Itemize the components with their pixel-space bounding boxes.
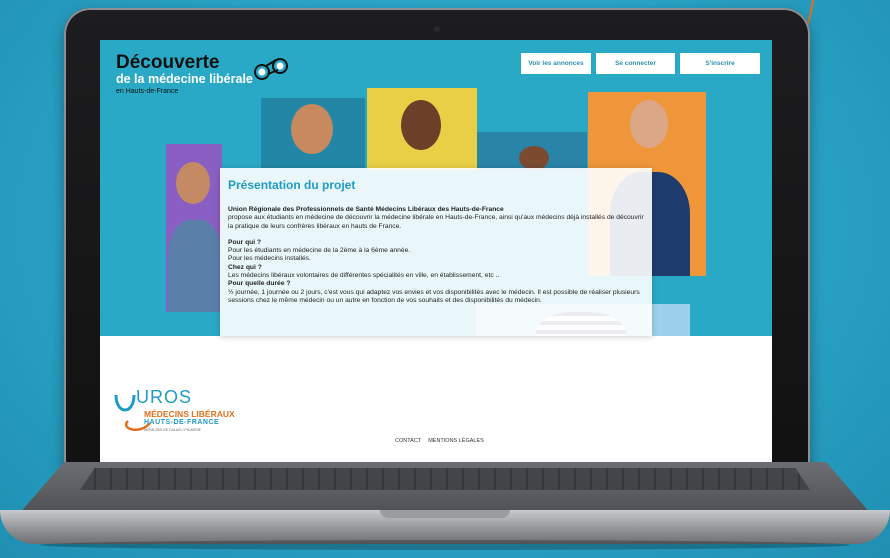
answer-where: Les médecins libéraux volontaires de dif…: [228, 272, 500, 280]
photo-man-glasses: [261, 98, 365, 168]
binoculars-icon: [254, 58, 288, 80]
login-button[interactable]: Se connecter: [596, 53, 675, 74]
website-screen: Découverte de la médecine libérale en Ha…: [100, 40, 772, 464]
logo-line1: MÉDECINS LIBÉRAUX: [144, 409, 235, 419]
view-listings-button[interactable]: Voir les annonces: [521, 53, 591, 74]
logo-line3: NORD-PAS DE CALAIS / PICARDIE: [144, 428, 201, 432]
keyboard-keys: [80, 468, 810, 490]
laptop-notch: [380, 510, 510, 518]
answer-duration: ½ journée, 1 journée ou 2 jours, c'est v…: [228, 288, 640, 304]
brand-title: Découverte: [116, 52, 220, 73]
footer-links: CONTACT MENTIONS LÉGALES: [395, 438, 484, 444]
laptop-shadow: [40, 540, 850, 550]
intro-text: propose aux étudiants en médecine de déc…: [228, 214, 644, 230]
logo-line2: HAUTS-DE-FRANCE: [144, 419, 220, 426]
answer-who-1: Pour les étudiants en médecine de la 2èm…: [228, 247, 411, 255]
webcam: [434, 26, 440, 32]
urps-logo[interactable]: UROS MÉDECINS LIBÉRAUX HAUTS-DE-FRANCE N…: [110, 385, 250, 445]
brand-subtitle: de la médecine libérale: [116, 72, 253, 86]
photo-man-hat: [166, 144, 222, 312]
brand-region: en Hauts-de-France: [116, 88, 179, 95]
panel-title: Présentation du projet: [228, 178, 356, 192]
logo-mark-text: UROS: [136, 387, 193, 407]
photo-woman-yellow: [367, 88, 477, 170]
answer-who-2: Pour les médecins installés.: [228, 255, 311, 263]
signup-button[interactable]: S'inscrire: [680, 53, 760, 74]
question-who: Pour qui ?: [228, 238, 262, 246]
question-duration: Pour quelle durée ?: [228, 280, 291, 288]
legal-notice-link[interactable]: MENTIONS LÉGALES: [428, 438, 484, 444]
photo-man-smile: [477, 132, 587, 170]
project-presentation-panel: Présentation du projet Union Régionale d…: [220, 168, 652, 336]
question-where: Chez qui ?: [228, 263, 262, 271]
contact-link[interactable]: CONTACT: [395, 438, 421, 444]
brand-logo[interactable]: Découverte de la médecine libérale en Ha…: [116, 53, 253, 95]
org-name: Union Régionale des Professionnels de Sa…: [228, 206, 504, 213]
